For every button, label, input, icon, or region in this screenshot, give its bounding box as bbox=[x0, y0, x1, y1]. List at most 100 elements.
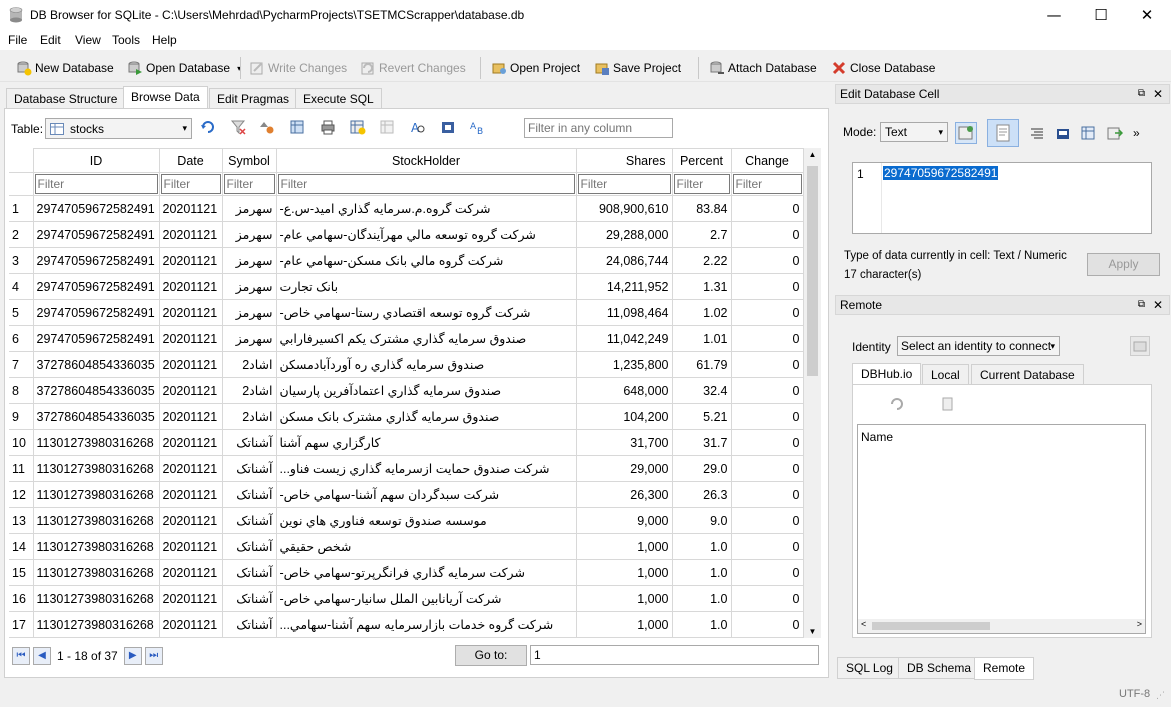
cell-shares[interactable]: 1,000 bbox=[575, 611, 673, 638]
scroll-thumb[interactable] bbox=[872, 622, 990, 630]
cell-id[interactable]: 11301273980316268 bbox=[32, 481, 160, 508]
cell-symbol[interactable]: اشاد2 bbox=[221, 403, 277, 430]
cell-change[interactable]: 0 bbox=[730, 533, 804, 560]
cell-date[interactable]: 20201121 bbox=[158, 559, 223, 586]
cell-change[interactable]: 0 bbox=[730, 507, 804, 534]
cell-id[interactable]: 37278604854336035 bbox=[32, 403, 160, 430]
column-header-change[interactable]: Change bbox=[730, 148, 804, 173]
cell-shares[interactable]: 648,000 bbox=[575, 377, 673, 404]
tab-current-database[interactable]: Current Database bbox=[971, 364, 1084, 386]
cell-change[interactable]: 0 bbox=[730, 585, 804, 612]
go-to-input[interactable] bbox=[530, 645, 819, 665]
refresh-icon[interactable] bbox=[889, 396, 905, 412]
cell-date[interactable]: 20201121 bbox=[158, 611, 223, 638]
close-window-button[interactable]: ✕ bbox=[1124, 0, 1170, 30]
menu-edit[interactable]: Edit bbox=[40, 33, 61, 47]
cell-id[interactable]: 29747059672582491 bbox=[32, 325, 160, 352]
find-replace-icon[interactable]: AB bbox=[470, 119, 486, 137]
row-number[interactable]: 15 bbox=[9, 559, 34, 586]
cell-id[interactable]: 29747059672582491 bbox=[32, 299, 160, 326]
cell-id[interactable]: 11301273980316268 bbox=[32, 507, 160, 534]
cell-change[interactable]: 0 bbox=[730, 559, 804, 586]
cell-stockholder[interactable]: شخص حقيقي bbox=[275, 533, 577, 560]
cell-date[interactable]: 20201121 bbox=[158, 377, 223, 404]
word-wrap-icon[interactable] bbox=[987, 119, 1019, 147]
cell-symbol[interactable]: آشناتک bbox=[221, 585, 277, 612]
table-row[interactable]: 8 37278604854336035 20201121 اشاد2 صندوق سرم… bbox=[9, 377, 804, 404]
cell-id[interactable]: 11301273980316268 bbox=[32, 429, 160, 456]
cell-symbol[interactable]: سهرمز bbox=[221, 195, 277, 222]
open-database-button[interactable]: Open Database ▾ bbox=[127, 57, 241, 79]
cell-change[interactable]: 0 bbox=[730, 481, 804, 508]
cell-percent[interactable]: 1.0 bbox=[671, 559, 732, 586]
cell-symbol[interactable]: آشناتک bbox=[221, 611, 277, 638]
cell-shares[interactable]: 24,086,744 bbox=[575, 247, 673, 274]
cell-stockholder[interactable]: صندوق سرمايه گذاري اعتمادآفرين پارسيان bbox=[275, 377, 577, 404]
cell-symbol[interactable]: آشناتک bbox=[221, 533, 277, 560]
cell-stockholder[interactable]: شرکت آريانابين الملل سانيار-سهامي خاص- bbox=[275, 585, 577, 612]
cell-shares[interactable]: 29,000 bbox=[575, 455, 673, 482]
row-number[interactable]: 9 bbox=[9, 403, 34, 430]
row-number[interactable]: 6 bbox=[9, 325, 34, 352]
scroll-left-icon[interactable]: < bbox=[861, 619, 866, 629]
refresh-icon[interactable] bbox=[200, 119, 216, 135]
cell-symbol[interactable]: سهرمز bbox=[221, 273, 277, 300]
insert-record-icon[interactable] bbox=[350, 119, 366, 135]
tab-dbhub[interactable]: DBHub.io bbox=[852, 363, 922, 385]
tab-local[interactable]: Local bbox=[922, 364, 969, 386]
import-icon[interactable] bbox=[1055, 125, 1071, 141]
find-icon[interactable]: A bbox=[410, 119, 426, 135]
column-header-stockholder[interactable]: StockHolder bbox=[275, 148, 577, 173]
cell-change[interactable]: 0 bbox=[730, 195, 804, 222]
clone-icon[interactable] bbox=[940, 396, 956, 412]
cell-shares[interactable]: 1,000 bbox=[575, 559, 673, 586]
cell-date[interactable]: 20201121 bbox=[158, 273, 223, 300]
cell-stockholder[interactable]: شرکت گروه خدمات بازارسرمايه سهم آشنا-سها… bbox=[275, 611, 577, 638]
row-number[interactable]: 16 bbox=[9, 585, 34, 612]
row-number[interactable]: 8 bbox=[9, 377, 34, 404]
cell-symbol[interactable]: آشناتک bbox=[221, 507, 277, 534]
cell-symbol[interactable]: اشاد2 bbox=[221, 377, 277, 404]
table-row[interactable]: 11 11301273980316268 20201121 آشناتک شرکت صن… bbox=[9, 455, 804, 482]
filter-shares-input[interactable] bbox=[577, 174, 671, 194]
row-number[interactable]: 10 bbox=[9, 429, 34, 456]
more-options-icon[interactable]: » bbox=[1133, 126, 1140, 140]
cell-symbol[interactable]: آشناتک bbox=[221, 455, 277, 482]
minimize-button[interactable]: — bbox=[1031, 0, 1077, 30]
attach-database-button[interactable]: Attach Database bbox=[709, 57, 817, 79]
table-row[interactable]: 16 11301273980316268 20201121 آشناتک شرکت آر… bbox=[9, 585, 804, 612]
cell-change[interactable]: 0 bbox=[730, 299, 804, 326]
set-null-icon[interactable] bbox=[1107, 125, 1124, 141]
row-number[interactable]: 7 bbox=[9, 351, 34, 378]
cell-symbol[interactable]: آشناتک bbox=[221, 559, 277, 586]
connect-icon[interactable] bbox=[1130, 336, 1150, 356]
cell-change[interactable]: 0 bbox=[730, 403, 804, 430]
filter-stockholder-input[interactable] bbox=[277, 174, 575, 194]
cell-shares[interactable]: 11,098,464 bbox=[575, 299, 673, 326]
float-panel-icon[interactable]: ⧉ bbox=[1138, 85, 1145, 103]
scroll-right-icon[interactable]: > bbox=[1137, 619, 1142, 629]
cell-shares[interactable]: 1,000 bbox=[575, 533, 673, 560]
scroll-up-icon[interactable]: ▲ bbox=[804, 150, 821, 159]
revert-changes-button[interactable]: Revert Changes bbox=[360, 57, 466, 79]
cell-date[interactable]: 20201121 bbox=[158, 195, 223, 222]
cell-date[interactable]: 20201121 bbox=[158, 507, 223, 534]
cell-id[interactable]: 11301273980316268 bbox=[32, 559, 160, 586]
table-row[interactable]: 2 29747059672582491 20201121 سهرمز شرکت گروه… bbox=[9, 221, 804, 248]
cell-shares[interactable]: 104,200 bbox=[575, 403, 673, 430]
tab-sql-log[interactable]: SQL Log bbox=[837, 657, 902, 679]
cell-date[interactable]: 20201121 bbox=[158, 247, 223, 274]
cell-symbol[interactable]: سهرمز bbox=[221, 299, 277, 326]
save-project-button[interactable]: Save Project bbox=[594, 57, 681, 79]
cell-percent[interactable]: 2.22 bbox=[671, 247, 732, 274]
cell-shares[interactable]: 908,900,610 bbox=[575, 195, 673, 222]
cell-percent[interactable]: 2.7 bbox=[671, 221, 732, 248]
cell-percent[interactable]: 31.7 bbox=[671, 429, 732, 456]
row-number[interactable]: 12 bbox=[9, 481, 34, 508]
cell-symbol[interactable]: آشناتک bbox=[221, 481, 277, 508]
cell-shares[interactable]: 14,211,952 bbox=[575, 273, 673, 300]
cell-id[interactable]: 29747059672582491 bbox=[32, 273, 160, 300]
table-row[interactable]: 7 37278604854336035 20201121 اشاد2 صندوق سرم… bbox=[9, 351, 804, 378]
tab-db-schema[interactable]: DB Schema bbox=[898, 657, 981, 679]
cell-change[interactable]: 0 bbox=[730, 351, 804, 378]
